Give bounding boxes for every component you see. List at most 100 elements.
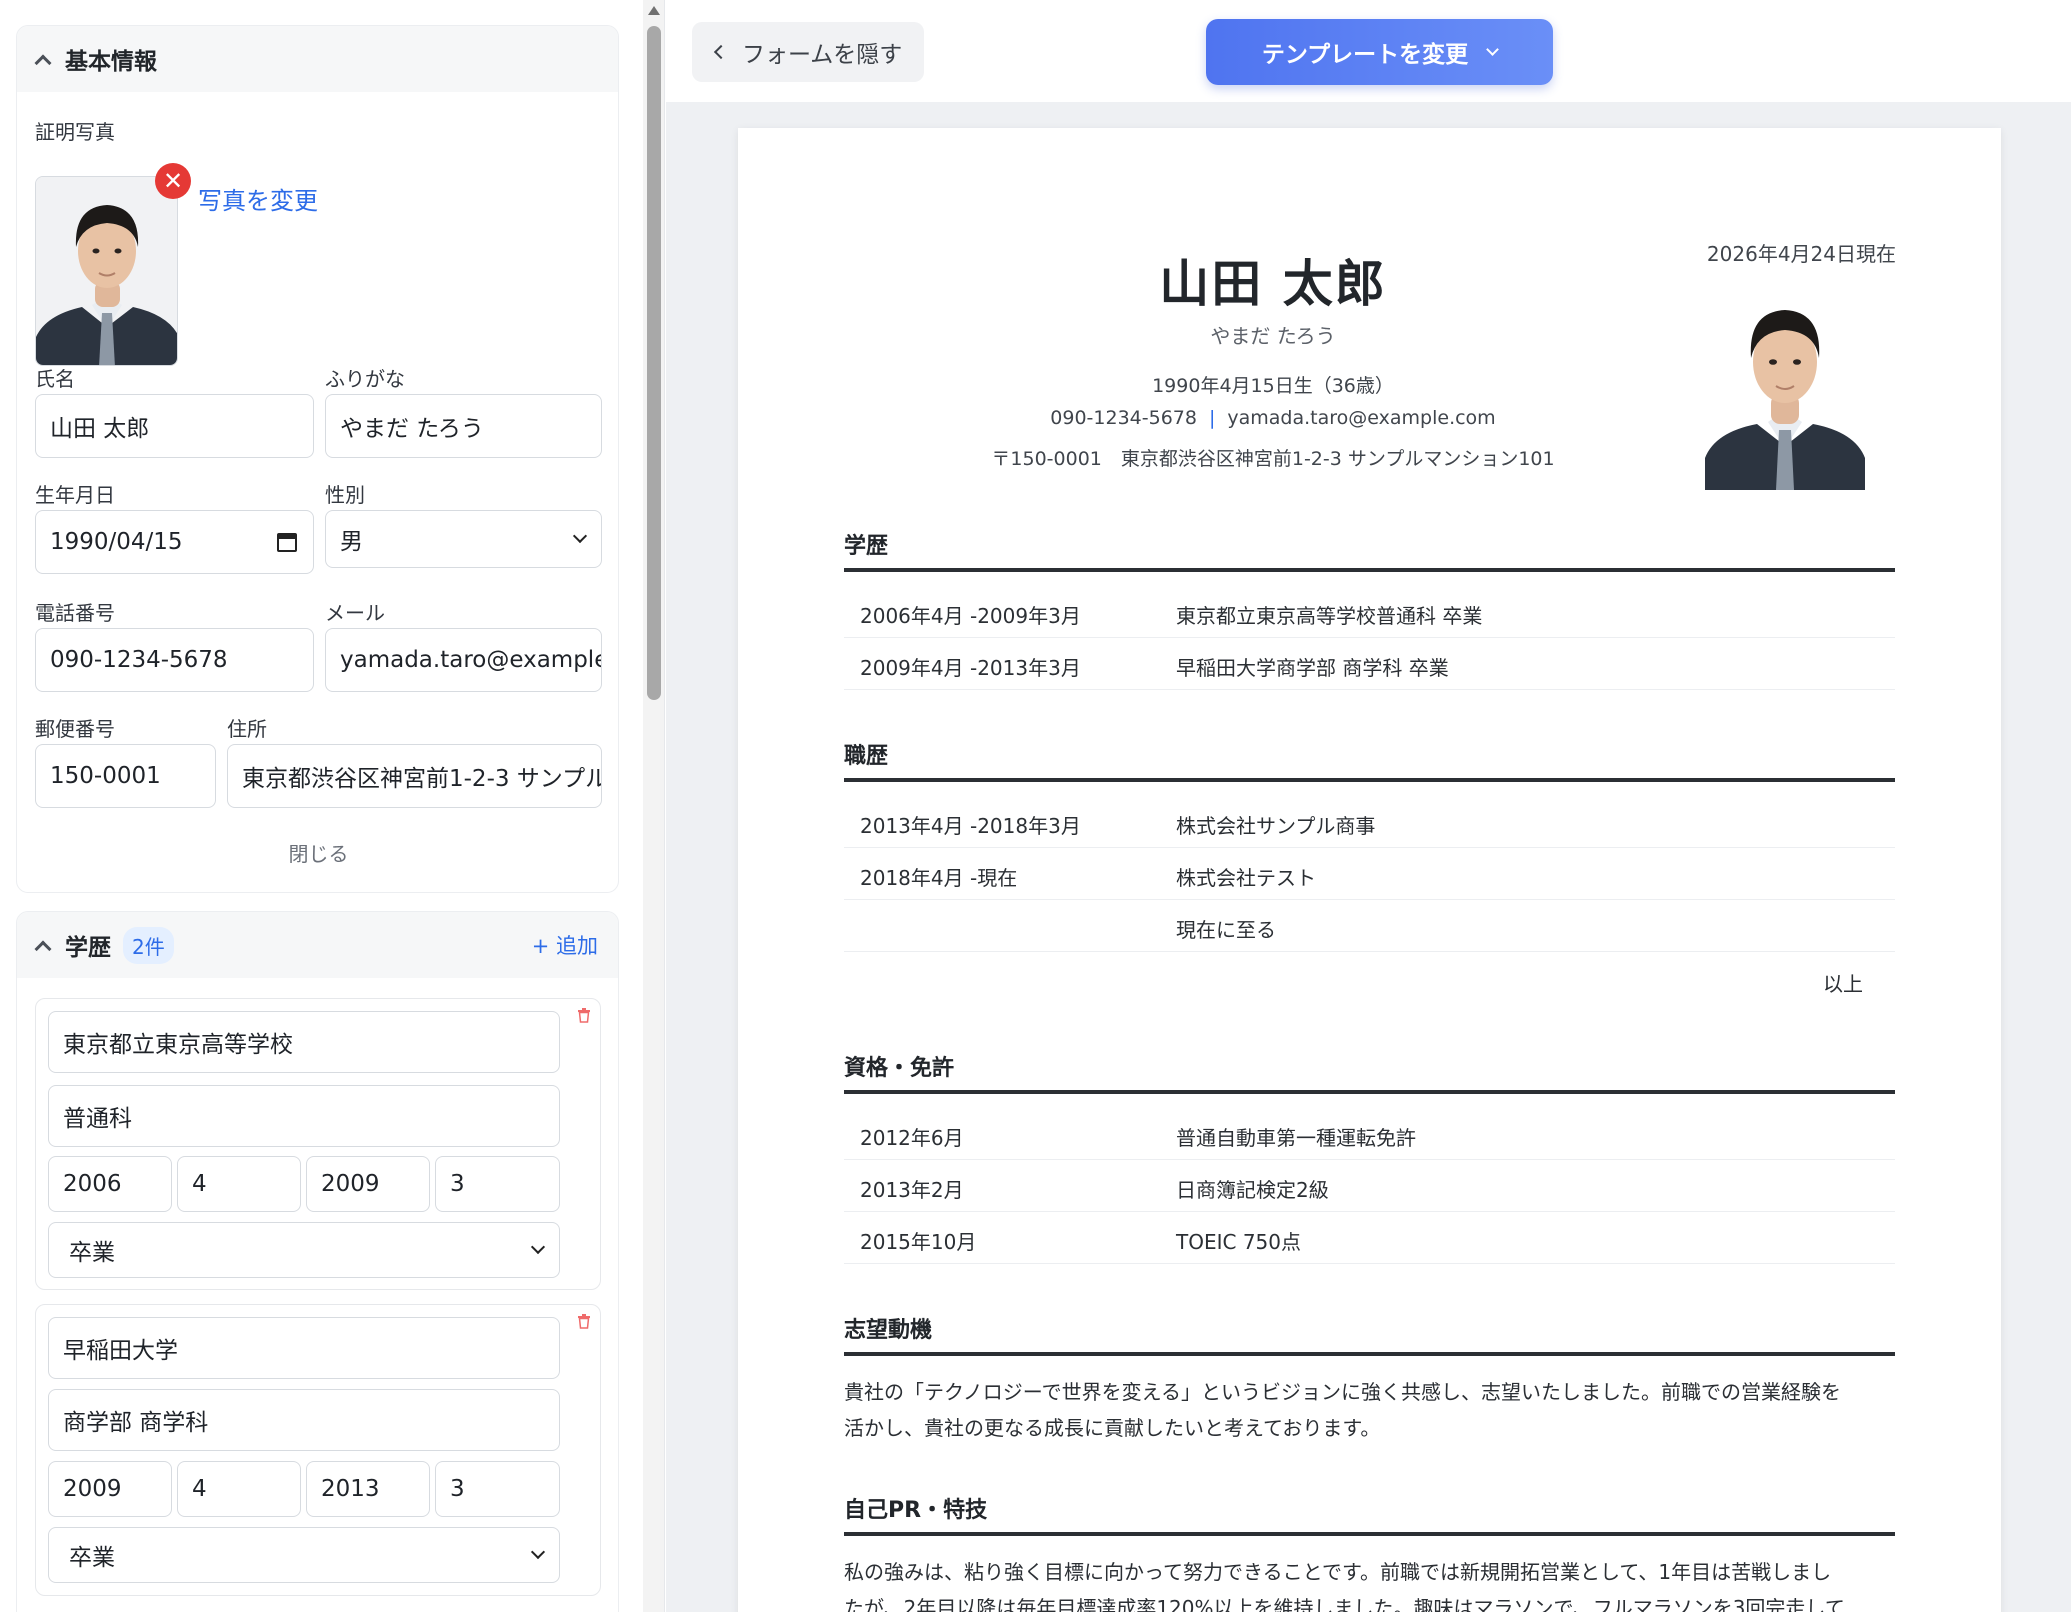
change-template-button[interactable]: テンプレートを変更: [1206, 19, 1553, 85]
department-input[interactable]: 商学部 商学科: [48, 1389, 560, 1451]
basic-info-card: 基本情報 証明写真 ✕ 写真を変更 氏名 山田 太郎 ふりがな やまだ たろう …: [16, 25, 619, 893]
status-value: 卒業: [69, 1545, 115, 1571]
contact-separator: |: [1208, 407, 1216, 429]
portrait-icon: [1705, 280, 1865, 490]
resume-address: 〒150-0001 東京都渋谷区神宮前1-2-3 サンプルマンション101: [991, 448, 1555, 470]
table-row: 2012年6月 普通自動車第一種運転免許: [844, 1108, 1895, 1160]
row-text: 日商簿記検定2級: [1176, 1178, 1329, 1202]
scrollbar[interactable]: [643, 0, 664, 1612]
section-rule: [844, 778, 1895, 782]
scrollbar-thumb[interactable]: [647, 26, 661, 700]
calendar-icon[interactable]: [277, 533, 297, 552]
chevron-down-icon: [572, 528, 588, 544]
kana-input[interactable]: やまだ たろう: [325, 394, 602, 458]
zip-input[interactable]: 150-0001: [35, 744, 216, 808]
work-end-marker: 以上: [1823, 972, 1863, 996]
status-select[interactable]: 卒業: [48, 1222, 560, 1278]
end-month-input[interactable]: 3: [435, 1156, 560, 1212]
resume-birth: 1990年4月15日生（36歳）: [1152, 375, 1394, 397]
section-education-title: 学歴: [844, 534, 889, 559]
form-panel: 基本情報 証明写真 ✕ 写真を変更 氏名 山田 太郎 ふりがな やまだ たろう …: [0, 0, 665, 1612]
remove-photo-button[interactable]: ✕: [155, 163, 191, 199]
resume-email: yamada.taro@example.com: [1227, 407, 1496, 429]
resume-contact: 090-1234-5678 | yamada.taro@example.com: [738, 407, 1808, 429]
table-row: 2015年10月 TOEIC 750点: [844, 1212, 1895, 1264]
end-year-input[interactable]: 2009: [306, 1156, 430, 1212]
name-input[interactable]: 山田 太郎: [35, 394, 314, 458]
pr-line: たが、2年目以降は毎年目標達成率120%以上を維持しました。趣味はマラソンで、フ…: [844, 1596, 1845, 1612]
table-row: 2013年4月 -2018年3月 株式会社サンプル商事: [844, 796, 1895, 848]
chevron-left-icon: [713, 44, 729, 60]
end-year-input[interactable]: 2013: [306, 1461, 430, 1517]
table-row: 2013年2月 日商簿記検定2級: [844, 1160, 1895, 1212]
row-text: 普通自動車第一種運転免許: [1176, 1126, 1416, 1150]
resume-kana: やまだ たろう: [1210, 324, 1336, 348]
preview-toolbar: フォームを隠す テンプレートを変更: [666, 0, 2071, 102]
section-pr-title: 自己PR・特技: [844, 1498, 988, 1523]
chevron-up-icon[interactable]: [34, 940, 52, 957]
education-title: 学歴: [65, 935, 111, 961]
section-licenses-title: 資格・免許: [844, 1056, 955, 1081]
birthdate-input[interactable]: 1990/04/15: [35, 510, 314, 574]
phone-label: 電話番号: [35, 601, 115, 625]
address-label: 住所: [227, 717, 267, 741]
email-input[interactable]: yamada.taro@example.com: [325, 628, 602, 692]
chevron-up-icon[interactable]: [34, 54, 52, 71]
start-year-input[interactable]: 2006: [48, 1156, 172, 1212]
section-rule: [844, 568, 1895, 572]
email-label: メール: [325, 601, 385, 625]
address-input[interactable]: 東京都渋谷区神宮前1-2-3 サンプルマンション101: [227, 744, 602, 808]
row-period: 2018年4月 -現在: [860, 866, 1018, 890]
education-entry: 東京都立東京高等学校 普通科 2006 4 2009 3 卒業: [35, 998, 601, 1290]
motivation-text: 貴社の「テクノロジーで世界を変える」というビジョンに強く共感し、志望いたしました…: [844, 1374, 1895, 1446]
department-input[interactable]: 普通科: [48, 1085, 560, 1147]
hide-form-button[interactable]: フォームを隠す: [692, 22, 924, 82]
table-row: 2006年4月 -2009年3月 東京都立東京高等学校普通科 卒業: [844, 586, 1895, 638]
hide-form-label: フォームを隠す: [742, 42, 903, 68]
chevron-down-icon: [530, 1544, 546, 1560]
school-input[interactable]: 早稲田大学: [48, 1317, 560, 1379]
table-row: 現在に至る: [844, 900, 1895, 952]
phone-input[interactable]: 090-1234-5678: [35, 628, 314, 692]
education-count-badge: 2件: [123, 926, 174, 964]
status-select[interactable]: 卒業: [48, 1527, 560, 1583]
gender-select[interactable]: 男: [325, 510, 602, 568]
add-education-button[interactable]: + 追加: [532, 930, 598, 960]
section-work-title: 職歴: [844, 744, 889, 769]
table-row: 2018年4月 -現在 株式会社テスト: [844, 848, 1895, 900]
end-month-input[interactable]: 3: [435, 1461, 560, 1517]
trash-icon[interactable]: [577, 1313, 591, 1329]
row-period: 2013年2月: [860, 1178, 964, 1202]
status-value: 卒業: [69, 1240, 115, 1266]
scroll-up-arrow-icon[interactable]: [648, 6, 660, 15]
photo-label: 証明写真: [35, 120, 115, 144]
row-period: 2012年6月: [860, 1126, 964, 1150]
resume-photo: [1705, 280, 1865, 490]
start-month-input[interactable]: 4: [177, 1461, 301, 1517]
trash-icon[interactable]: [577, 1007, 591, 1023]
row-text: 早稲田大学商学部 商学科 卒業: [1176, 656, 1449, 680]
resume-name: 山田 太郎: [1159, 255, 1387, 313]
change-photo-link[interactable]: 写真を変更: [198, 181, 318, 216]
section-rule: [844, 1090, 1895, 1094]
row-text: 東京都立東京高等学校普通科 卒業: [1176, 604, 1483, 628]
gender-value: 男: [340, 529, 363, 555]
row-period: 2006年4月 -2009年3月: [860, 604, 1081, 628]
gender-label: 性別: [325, 483, 365, 507]
basic-info-title: 基本情報: [65, 49, 157, 75]
resume-preview: フォームを隠す テンプレートを変更 2026年4月24日現在 山田 太郎 やまだ…: [666, 0, 2071, 1612]
basic-info-header[interactable]: 基本情報: [17, 26, 618, 92]
close-button[interactable]: 閉じる: [17, 838, 618, 867]
education-header[interactable]: 学歴 2件 + 追加: [17, 912, 618, 978]
name-label: 氏名: [35, 367, 75, 391]
row-period: 2009年4月 -2013年3月: [860, 656, 1081, 680]
school-input[interactable]: 東京都立東京高等学校: [48, 1011, 560, 1073]
start-year-input[interactable]: 2009: [48, 1461, 172, 1517]
kana-label: ふりがな: [325, 367, 405, 391]
pr-line: 私の強みは、粘り強く目標に向かって努力できることです。前職では新規開拓営業として…: [844, 1560, 1832, 1584]
motivation-line: 活かし、貴社の更なる成長に貢献したいと考えております。: [844, 1416, 1381, 1440]
education-card: 学歴 2件 + 追加 東京都立東京高等学校 普通科 2006 4 2009 3 …: [16, 911, 619, 1612]
zip-label: 郵便番号: [35, 717, 115, 741]
birthdate-value: 1990/04/15: [50, 529, 183, 555]
start-month-input[interactable]: 4: [177, 1156, 301, 1212]
